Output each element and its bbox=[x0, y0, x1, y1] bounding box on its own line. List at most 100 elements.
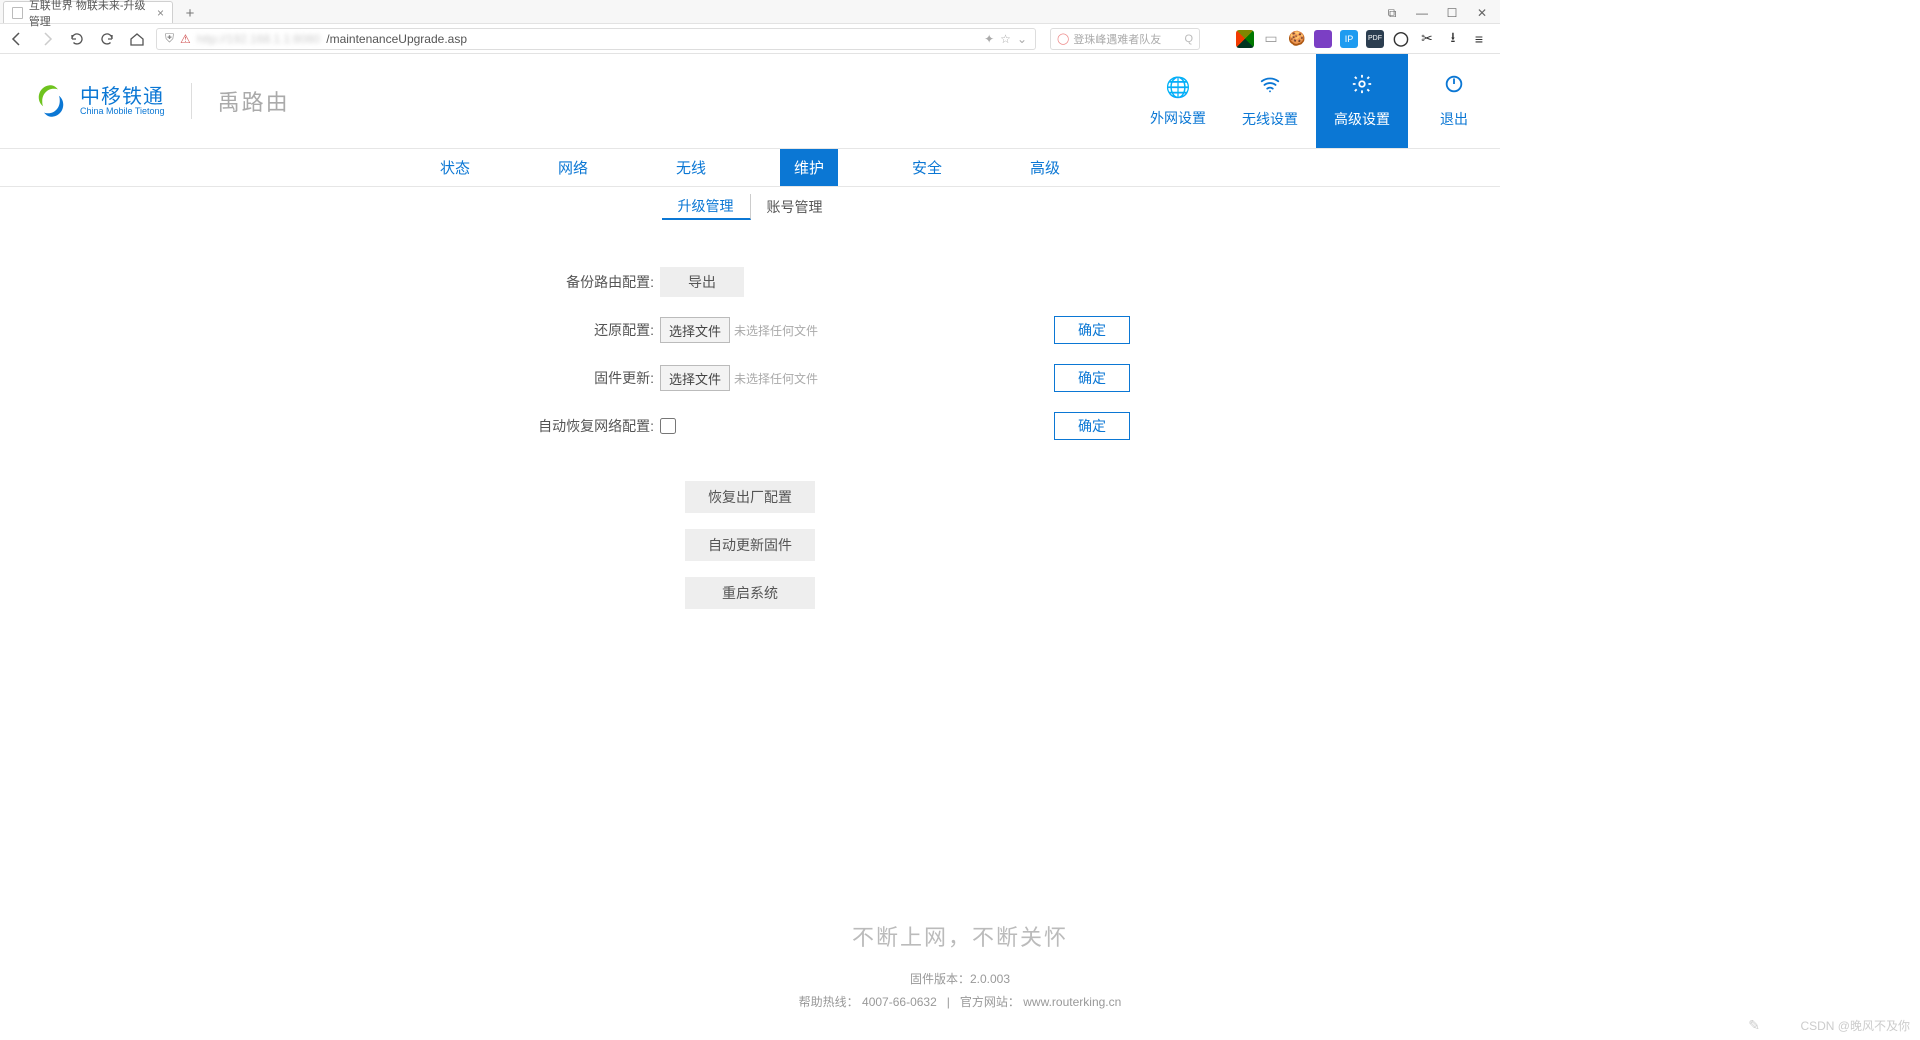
sub-nav: 状态 网络 无线 维护 安全 高级 bbox=[0, 149, 1500, 187]
site-url: www.routerking.cn bbox=[1023, 995, 1121, 1009]
restore-label: 还原配置: bbox=[370, 320, 660, 340]
restore-confirm-button[interactable]: 确定 bbox=[1054, 316, 1130, 344]
tab-close-icon[interactable]: × bbox=[157, 6, 164, 20]
firmware-no-file: 未选择任何文件 bbox=[734, 370, 818, 387]
footer-contacts: 帮助热线： 4007-66-0632 | 官方网站： www.routerkin… bbox=[0, 993, 1920, 1010]
top-nav: 🌐 外网设置 无线设置 高级设置 退出 bbox=[1132, 54, 1500, 148]
back-button[interactable] bbox=[6, 28, 28, 50]
new-tab-button[interactable]: + bbox=[179, 3, 201, 23]
auto-restore-checkbox[interactable] bbox=[660, 418, 676, 434]
brand-en: China Mobile Tietong bbox=[80, 107, 165, 116]
ext-cookie-icon[interactable]: 🍪 bbox=[1288, 30, 1306, 48]
backup-label: 备份路由配置: bbox=[370, 272, 660, 292]
url-host: http://192.168.1.1:8080 bbox=[197, 32, 320, 46]
home-button[interactable] bbox=[126, 28, 148, 50]
divider bbox=[191, 83, 192, 119]
ext-scissors-icon[interactable]: ✂ bbox=[1418, 30, 1436, 48]
search-input[interactable]: ◯ 登珠峰遇难者队友 Q bbox=[1050, 28, 1200, 50]
watermark-icon: ✎ bbox=[1748, 1017, 1760, 1034]
ext-download-icon[interactable]: ⭳ bbox=[1444, 30, 1462, 48]
wand-icon[interactable]: ✦ bbox=[984, 32, 994, 46]
ext-pdf-icon[interactable]: PDF bbox=[1366, 30, 1384, 48]
footer-slogan: 不断上网，不断关怀 bbox=[0, 920, 1920, 952]
auto-update-fw-button[interactable]: 自动更新固件 bbox=[685, 529, 815, 561]
tab-title: 互联世界 物联未来-升级管理 bbox=[29, 0, 151, 29]
nav-advanced[interactable]: 高级设置 bbox=[1316, 54, 1408, 148]
globe-icon: 🌐 bbox=[1166, 75, 1191, 100]
search-icon[interactable]: Q bbox=[1184, 33, 1193, 45]
nav-wireless-label: 无线设置 bbox=[1242, 109, 1298, 129]
row-restore: 还原配置: 选择文件 未选择任何文件 确定 bbox=[370, 315, 1130, 345]
logo: 中移铁通 China Mobile Tietong 禹路由 bbox=[30, 80, 290, 122]
china-mobile-logo-icon bbox=[30, 80, 72, 122]
window-maximize-icon[interactable]: ☐ bbox=[1438, 3, 1466, 23]
export-button[interactable]: 导出 bbox=[660, 267, 744, 297]
nav-advanced-label: 高级设置 bbox=[1334, 109, 1390, 129]
sub-sub-nav: 升级管理 账号管理 bbox=[0, 187, 1500, 227]
row-auto-restore: 自动恢复网络配置: 确定 bbox=[370, 411, 1130, 441]
action-buttons: 恢复出厂配置 自动更新固件 重启系统 bbox=[370, 481, 1130, 609]
subsub-upgrade[interactable]: 升级管理 bbox=[662, 194, 751, 220]
window-close-icon[interactable]: ✕ bbox=[1468, 3, 1496, 23]
help-phone: 4007-66-0632 bbox=[862, 995, 937, 1009]
reboot-button[interactable]: 重启系统 bbox=[685, 577, 815, 609]
chevron-down-icon[interactable]: ⌄ bbox=[1017, 32, 1027, 46]
shield-icon: ⛨ bbox=[165, 31, 174, 46]
ext-ip-icon[interactable]: IP bbox=[1340, 30, 1358, 48]
reload-button[interactable] bbox=[66, 28, 88, 50]
restore-choose-file[interactable]: 选择文件 bbox=[660, 317, 730, 343]
subnav-maintenance[interactable]: 维护 bbox=[780, 149, 838, 186]
subnav-advanced[interactable]: 高级 bbox=[1016, 149, 1074, 186]
ext-reader-icon[interactable]: ▭ bbox=[1262, 30, 1280, 48]
firmware-label: 固件更新: bbox=[370, 368, 660, 388]
window-minimize-icon[interactable]: — bbox=[1408, 3, 1436, 23]
undo-button[interactable] bbox=[96, 28, 118, 50]
search-placeholder: 登珠峰遇难者队友 bbox=[1073, 31, 1161, 47]
window-controls: ⧉ — ☐ ✕ bbox=[1378, 3, 1500, 23]
search-engine-icon: ◯ bbox=[1057, 32, 1069, 45]
ext-ms-icon[interactable] bbox=[1236, 30, 1254, 48]
subsub-account[interactable]: 账号管理 bbox=[751, 194, 839, 220]
row-backup: 备份路由配置: 导出 bbox=[370, 267, 1130, 297]
site-label: 官方网站： bbox=[960, 995, 1020, 1009]
subnav-wireless[interactable]: 无线 bbox=[662, 149, 720, 186]
ext-circle-icon[interactable]: ◯ bbox=[1392, 30, 1410, 48]
row-firmware: 固件更新: 选择文件 未选择任何文件 确定 bbox=[370, 363, 1130, 393]
help-label: 帮助热线： bbox=[799, 995, 859, 1009]
subnav-status[interactable]: 状态 bbox=[426, 149, 484, 186]
star-icon[interactable]: ☆ bbox=[1000, 32, 1011, 46]
firmware-confirm-button[interactable]: 确定 bbox=[1054, 364, 1130, 392]
wifi-icon bbox=[1259, 73, 1281, 101]
gear-icon bbox=[1351, 73, 1373, 101]
upgrade-form: 备份路由配置: 导出 还原配置: 选择文件 未选择任何文件 确定 固件更新: 选… bbox=[370, 267, 1130, 609]
url-input[interactable]: ⛨ ⚠ http://192.168.1.1:8080 /maintenance… bbox=[156, 28, 1036, 50]
ext-menu-icon[interactable]: ≡ bbox=[1470, 30, 1488, 48]
browser-tab-strip: 互联世界 物联未来-升级管理 × + ⧉ — ☐ ✕ bbox=[0, 0, 1500, 24]
sub-brand: 禹路由 bbox=[218, 85, 290, 117]
address-bar: ⛨ ⚠ http://192.168.1.1:8080 /maintenance… bbox=[0, 24, 1500, 54]
auto-restore-confirm-button[interactable]: 确定 bbox=[1054, 412, 1130, 440]
footer: 不断上网，不断关怀 固件版本：2.0.003 帮助热线： 4007-66-063… bbox=[0, 920, 1920, 1010]
subnav-security[interactable]: 安全 bbox=[898, 149, 956, 186]
nav-wan[interactable]: 🌐 外网设置 bbox=[1132, 54, 1224, 148]
window-tab-icon[interactable]: ⧉ bbox=[1378, 3, 1406, 23]
router-header: 中移铁通 China Mobile Tietong 禹路由 🌐 外网设置 无线设… bbox=[0, 54, 1500, 149]
forward-button[interactable] bbox=[36, 28, 58, 50]
url-scheme: ⚠ bbox=[180, 32, 191, 46]
restore-no-file: 未选择任何文件 bbox=[734, 322, 818, 339]
ext-purple-icon[interactable] bbox=[1314, 30, 1332, 48]
factory-reset-button[interactable]: 恢复出厂配置 bbox=[685, 481, 815, 513]
page-icon bbox=[12, 7, 23, 19]
auto-restore-label: 自动恢复网络配置: bbox=[370, 416, 660, 436]
footer-fw-version: 固件版本：2.0.003 bbox=[0, 970, 1920, 987]
nav-wireless[interactable]: 无线设置 bbox=[1224, 54, 1316, 148]
nav-logout[interactable]: 退出 bbox=[1408, 54, 1500, 148]
nav-wan-label: 外网设置 bbox=[1150, 108, 1206, 128]
subnav-network[interactable]: 网络 bbox=[544, 149, 602, 186]
firmware-choose-file[interactable]: 选择文件 bbox=[660, 365, 730, 391]
brand-cn: 中移铁通 bbox=[80, 87, 165, 107]
extension-icons: ▭ 🍪 IP PDF ◯ ✂ ⭳ ≡ bbox=[1236, 30, 1494, 48]
url-path: /maintenanceUpgrade.asp bbox=[326, 32, 467, 46]
browser-tab[interactable]: 互联世界 物联未来-升级管理 × bbox=[3, 1, 173, 23]
nav-logout-label: 退出 bbox=[1440, 109, 1468, 129]
